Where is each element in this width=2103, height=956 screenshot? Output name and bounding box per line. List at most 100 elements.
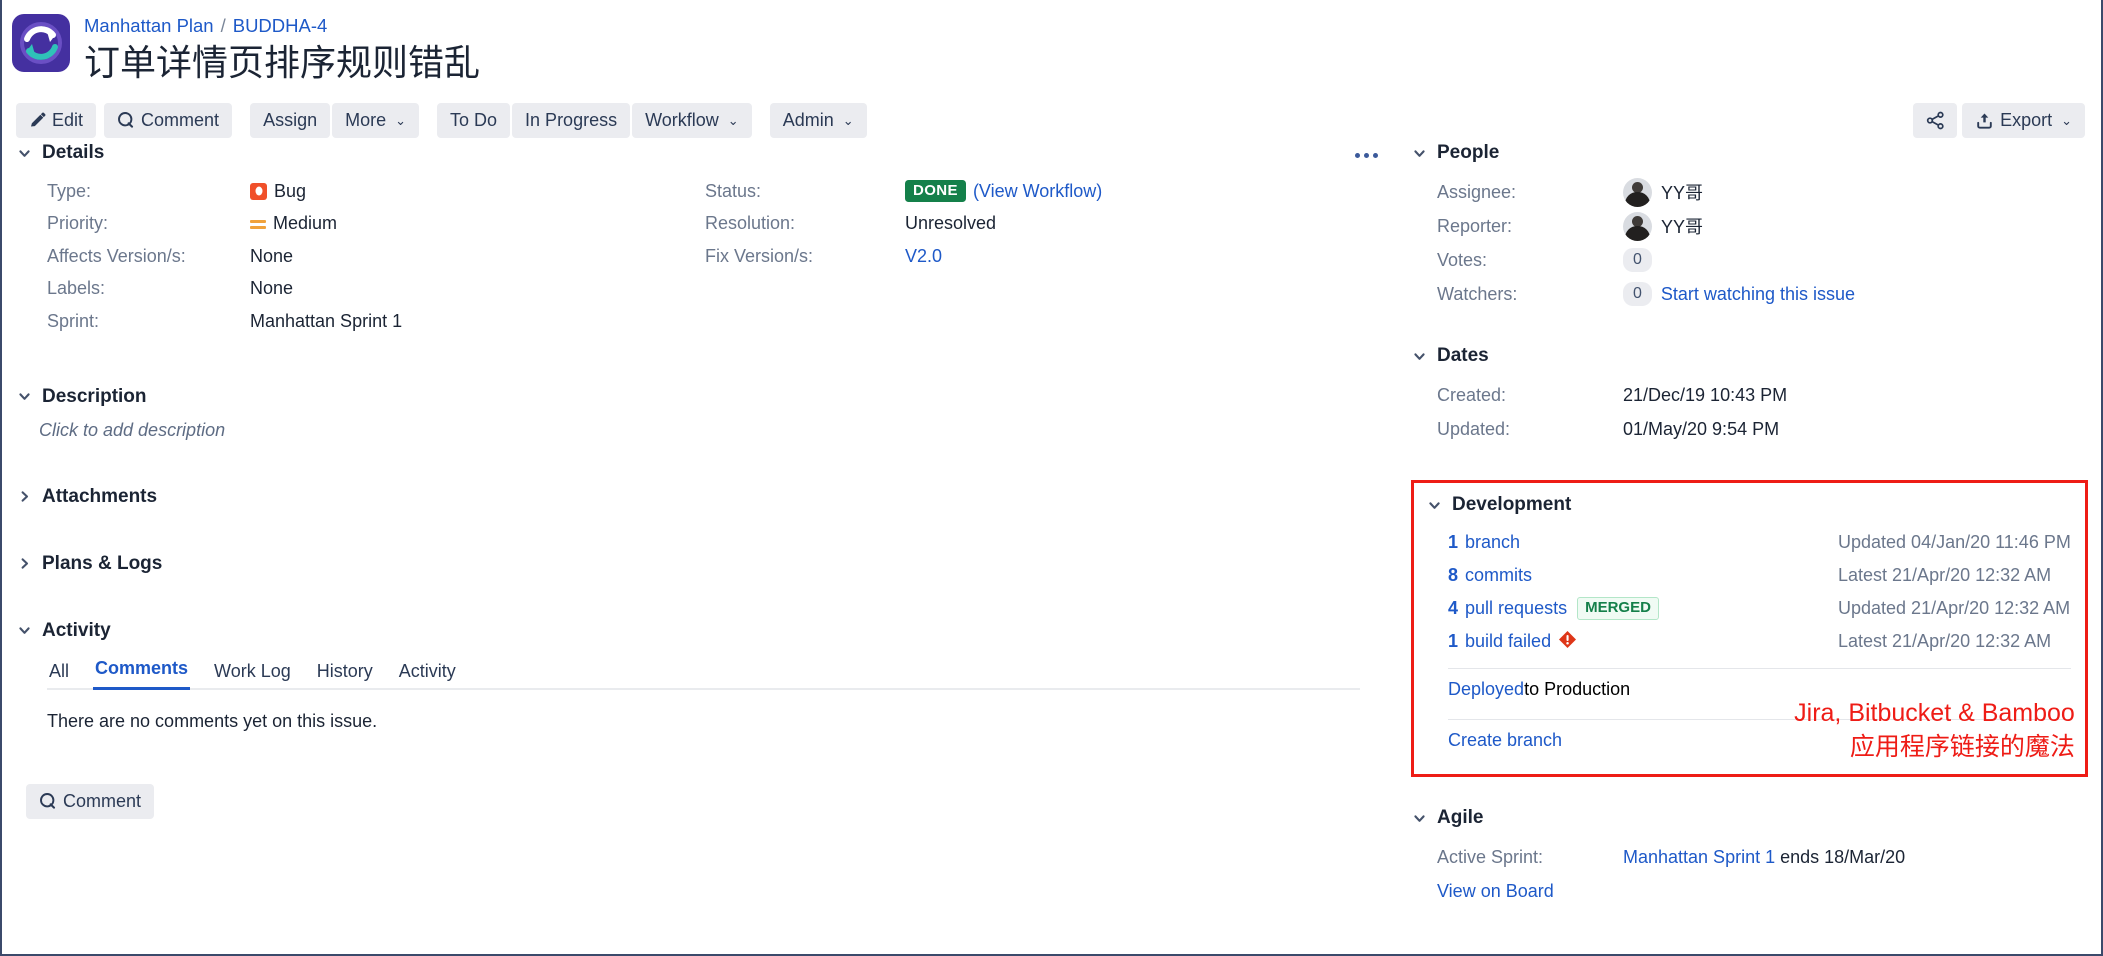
attachments-more-options-icon[interactable] bbox=[1349, 142, 1383, 168]
edit-button[interactable]: Edit bbox=[16, 102, 97, 138]
description-placeholder[interactable]: Click to add description bbox=[39, 420, 1389, 441]
plans-logs-section-header[interactable]: Plans & Logs bbox=[16, 553, 1389, 575]
start-watching-link[interactable]: Start watching this issue bbox=[1661, 284, 1855, 305]
created-row: Created: 21/Dec/19 10:43 PM bbox=[1437, 378, 2088, 412]
add-comment-button[interactable]: Comment bbox=[26, 783, 155, 819]
created-value: 21/Dec/19 10:43 PM bbox=[1623, 384, 1788, 405]
affects-version-value: None bbox=[250, 245, 294, 266]
development-rows: 1 branch Updated 04/Jan/20 11:46 PM 8 co… bbox=[1426, 526, 2071, 658]
people-fields: Assignee: YY哥 Reporter: YY哥 Votes: 0 Wat… bbox=[1411, 175, 2088, 311]
people-section-title: People bbox=[1437, 142, 1500, 163]
header-text-block: Manhattan Plan / BUDDHA-4 订单详情页排序规则错乱 bbox=[84, 10, 480, 86]
labels-label: Labels: bbox=[47, 278, 106, 299]
priority-label: Priority: bbox=[47, 213, 109, 234]
admin-button[interactable]: Admin ⌄ bbox=[769, 102, 867, 138]
view-on-board-row: View on Board bbox=[1437, 874, 2088, 908]
chevron-right-icon bbox=[16, 488, 33, 505]
field-row: Unresolved bbox=[905, 208, 1102, 241]
tab-history[interactable]: History bbox=[315, 661, 375, 690]
share-button[interactable] bbox=[1913, 102, 1958, 138]
fix-version-link[interactable]: V2.0 bbox=[905, 246, 942, 267]
chevron-down-icon bbox=[16, 145, 33, 162]
resolution-label: Resolution: bbox=[705, 213, 796, 234]
breadcrumb-project-link[interactable]: Manhattan Plan bbox=[84, 15, 214, 36]
chevron-down-icon bbox=[1426, 497, 1443, 514]
active-sprint-value: Manhattan Sprint 1 ends 18/Mar/20 bbox=[1623, 847, 1905, 868]
deployed-link[interactable]: Deployed bbox=[1448, 679, 1524, 700]
branches-link[interactable]: 1 branch bbox=[1448, 532, 1838, 553]
fix-version-value: V2.0 bbox=[905, 246, 942, 267]
priority-medium-icon bbox=[250, 216, 266, 232]
sprint-value: Manhattan Sprint 1 bbox=[250, 310, 403, 331]
attachments-section-header[interactable]: Attachments bbox=[16, 152, 1389, 508]
more-button[interactable]: More ⌄ bbox=[332, 102, 420, 138]
field-row: Sprint: bbox=[47, 305, 250, 338]
todo-status-button[interactable]: To Do bbox=[437, 102, 511, 138]
view-on-board-link[interactable]: View on Board bbox=[1437, 881, 1554, 902]
watchers-row: Watchers: 0 Start watching this issue bbox=[1437, 277, 2088, 311]
comment-button[interactable]: Comment bbox=[104, 102, 233, 138]
create-branch-row: Create branch bbox=[1426, 720, 2071, 760]
export-button[interactable]: Export ⌄ bbox=[1962, 102, 2085, 138]
activity-section-header[interactable]: Activity bbox=[16, 620, 1389, 642]
agile-section-header[interactable]: Agile bbox=[1411, 807, 2088, 829]
people-section-header[interactable]: People bbox=[1411, 142, 2088, 164]
commits-label: commits bbox=[1465, 565, 1533, 585]
comment-action-wrap: Comment bbox=[26, 783, 1389, 819]
dates-section-header[interactable]: Dates bbox=[1411, 345, 2088, 367]
details-right-labels: Status: Resolution: Fix Version/s: bbox=[705, 175, 905, 338]
deployed-rest: to Production bbox=[1524, 678, 1631, 699]
active-sprint-row: Active Sprint: Manhattan Sprint 1 ends 1… bbox=[1437, 840, 2088, 874]
pull-requests-label: pull requests bbox=[1465, 598, 1568, 618]
jira-issue-page: Manhattan Plan / BUDDHA-4 订单详情页排序规则错乱 Edit… bbox=[0, 0, 2103, 956]
active-sprint-label: Active Sprint: bbox=[1437, 846, 1544, 867]
pull-requests-link[interactable]: 4 pull requests MERGED bbox=[1448, 597, 1838, 620]
commits-link[interactable]: 8 commits bbox=[1448, 565, 1838, 586]
active-sprint-link[interactable]: Manhattan Sprint 1 bbox=[1623, 847, 1775, 867]
breadcrumb: Manhattan Plan / BUDDHA-4 bbox=[84, 10, 480, 37]
create-branch-link[interactable]: Create branch bbox=[1448, 730, 1562, 751]
details-section-header[interactable]: Details bbox=[16, 142, 1389, 164]
sync-arrows-icon bbox=[20, 22, 62, 64]
build-failed-link[interactable]: 1 build failed bbox=[1448, 630, 1838, 654]
details-left-values: Bug Medium None None Manhattan Sprint 1 bbox=[250, 175, 705, 338]
tab-comments[interactable]: Comments bbox=[93, 658, 191, 690]
field-row: Priority: bbox=[47, 208, 250, 241]
description-section-header[interactable]: Description bbox=[16, 386, 1389, 408]
left-column: Details Type: Priority: Affects Version/… bbox=[16, 142, 1389, 908]
reporter-name: YY哥 bbox=[1661, 217, 1704, 237]
app-logo bbox=[12, 14, 70, 72]
reporter-value[interactable]: YY哥 bbox=[1623, 211, 1704, 241]
details-left-labels: Type: Priority: Affects Version/s: Label… bbox=[16, 175, 250, 338]
build-count: 1 bbox=[1448, 631, 1459, 651]
field-row: Affects Version/s: bbox=[47, 240, 250, 273]
dates-section-title: Dates bbox=[1437, 345, 1489, 366]
breadcrumb-separator: / bbox=[220, 15, 226, 36]
issue-toolbar: Edit Comment Assign More ⌄ To Do In Prog… bbox=[2, 98, 2101, 142]
created-label: Created: bbox=[1437, 384, 1507, 405]
avatar bbox=[1623, 211, 1652, 241]
details-section-title: Details bbox=[42, 142, 105, 163]
resolution-value: Unresolved bbox=[905, 213, 997, 234]
field-row: Medium bbox=[250, 208, 705, 241]
tab-work-log[interactable]: Work Log bbox=[212, 661, 293, 690]
workflow-button[interactable]: Workflow ⌄ bbox=[632, 102, 752, 138]
issue-body: Details Type: Priority: Affects Version/… bbox=[2, 142, 2101, 908]
tab-all[interactable]: All bbox=[47, 661, 71, 690]
breadcrumb-issue-link[interactable]: BUDDHA-4 bbox=[233, 15, 328, 36]
development-section-header[interactable]: Development bbox=[1426, 494, 2071, 516]
development-row-pull-requests: 4 pull requests MERGED Updated 21/Apr/20… bbox=[1426, 592, 2071, 625]
agile-section-title: Agile bbox=[1437, 807, 1484, 828]
assign-button[interactable]: Assign bbox=[250, 102, 331, 138]
chevron-right-icon bbox=[16, 555, 33, 572]
tab-activity[interactable]: Activity bbox=[397, 661, 458, 690]
avatar bbox=[1623, 177, 1652, 207]
assignee-value[interactable]: YY哥 bbox=[1623, 177, 1703, 207]
in-progress-button-label: In Progress bbox=[525, 109, 618, 130]
field-row: DONE (View Workflow) bbox=[905, 175, 1102, 208]
in-progress-status-button[interactable]: In Progress bbox=[512, 102, 631, 138]
status-badge[interactable]: DONE bbox=[905, 180, 966, 203]
development-section: Development 1 branch Updated 04/Jan/20 1… bbox=[1411, 480, 2088, 777]
build-label: build failed bbox=[1465, 631, 1552, 651]
view-workflow-link[interactable]: (View Workflow) bbox=[973, 181, 1102, 202]
